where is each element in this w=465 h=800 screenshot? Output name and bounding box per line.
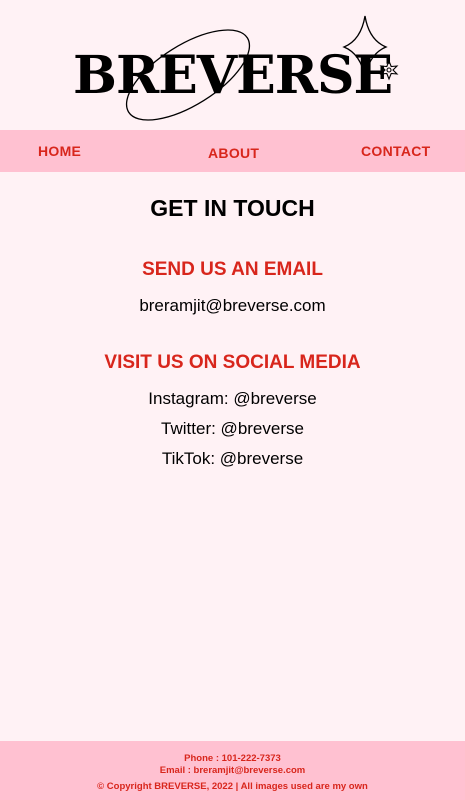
footer-copyright: © Copyright BREVERSE, 2022 | All images … <box>97 781 368 792</box>
footer-email: Email : breramjit@breverse.com <box>159 765 306 776</box>
footer-phone: Phone : 101-222-7373 <box>184 753 281 764</box>
nav-about-link[interactable]: ABOUT <box>208 145 259 161</box>
tiktok-handle[interactable]: TikTok: @breverse <box>0 449 465 469</box>
page-title: GET IN TOUCH <box>150 195 315 221</box>
social-heading: VISIT US ON SOCIAL MEDIA <box>104 352 361 373</box>
nav-home-link[interactable]: HOME <box>38 143 81 159</box>
logo-wordmark: BREVERSE <box>73 45 393 106</box>
instagram-handle[interactable]: Instagram: @breverse <box>0 389 465 409</box>
main-navbar: HOME ABOUT CONTACT <box>0 130 465 172</box>
nav-contact-link[interactable]: CONTACT <box>361 143 431 159</box>
email-address[interactable]: breramjit@breverse.com <box>0 296 465 316</box>
site-logo[interactable]: BREVERSE <box>60 10 410 125</box>
email-heading: SEND US AN EMAIL <box>142 259 323 280</box>
site-header: BREVERSE <box>0 0 465 130</box>
site-footer: Phone : 101-222-7373 Email : breramjit@b… <box>0 741 465 800</box>
twitter-handle[interactable]: Twitter: @breverse <box>0 419 465 439</box>
